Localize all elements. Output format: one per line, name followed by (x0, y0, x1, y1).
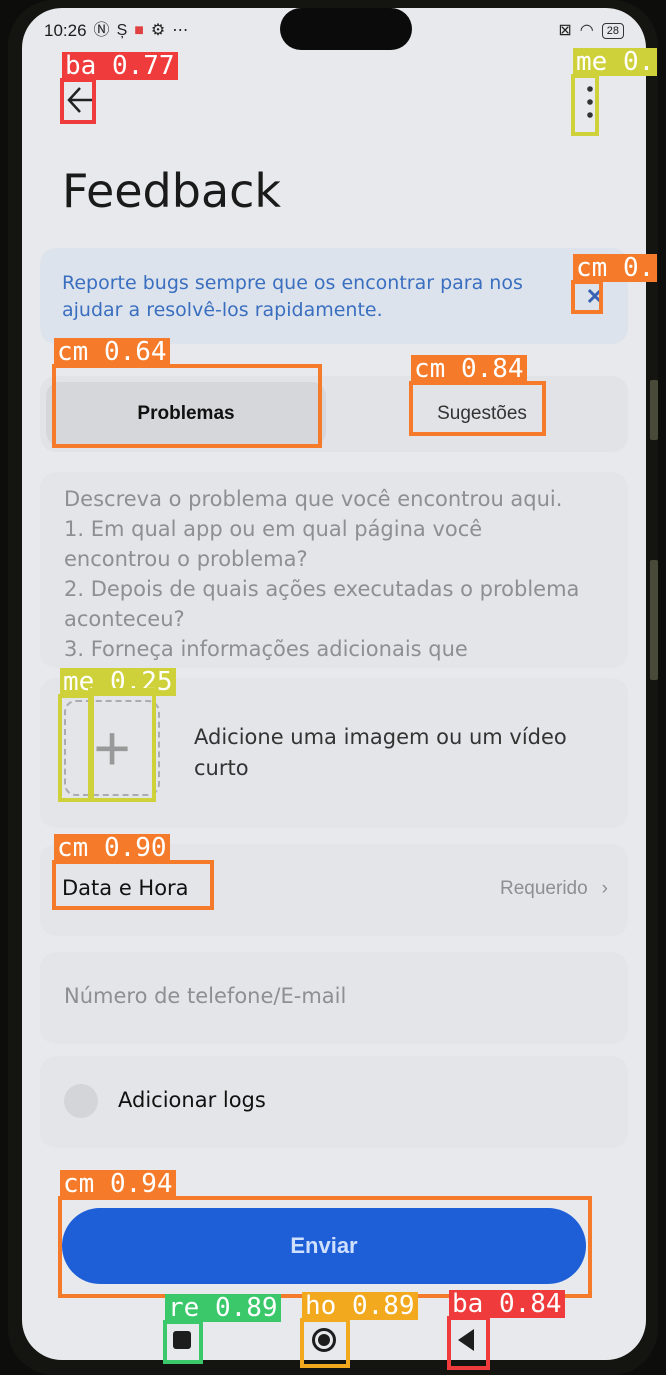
detection-box: cm 0.64 (52, 338, 322, 448)
media-label: Adicione uma imagem ou um vídeo curto (194, 725, 567, 780)
contact-placeholder: Número de telefone/E-mail (64, 984, 347, 1008)
detection-label: ho 0.89 (302, 1292, 418, 1320)
detection-label: cm 0.90 (54, 834, 170, 862)
notification-icon: ■ (134, 22, 144, 39)
detection-box: ba 0.77 (60, 52, 178, 124)
description-input[interactable]: Descreva o problema que você encontrou a… (40, 472, 628, 668)
logs-checkbox[interactable] (64, 1084, 98, 1118)
detection-label: ba 0.77 (62, 52, 178, 80)
battery-icon: 28 (601, 23, 624, 39)
detection-box: me 0. (571, 48, 658, 136)
datetime-value: Requerido (500, 878, 588, 899)
detection-label: cm 0. (573, 254, 658, 282)
sim-icon: Ș (116, 22, 128, 39)
detection-box: ho 0.89 (300, 1292, 418, 1368)
status-time: 10:26 (44, 21, 87, 40)
detection-box: cm 0. (571, 254, 658, 314)
detection-box: ba 0.84 (447, 1290, 565, 1370)
detection-label: ba 0.84 (449, 1290, 565, 1318)
detection-label: cm 0.84 (411, 355, 527, 383)
more-dots-icon: ⋯ (172, 22, 189, 39)
description-placeholder: Descreva o problema que você encontrou a… (64, 487, 580, 661)
detection-label: cm 0.94 (60, 1170, 176, 1198)
side-button (650, 560, 658, 680)
detection-box: cm 0.90 (52, 834, 214, 910)
info-banner: Reporte bugs sempre que os encontrar par… (40, 248, 628, 344)
logs-label: Adicionar logs (118, 1088, 266, 1112)
status-bar: 10:26 Ⓝ Ș ■ ⚙ ⋯ ⊠ ◠ 28 (44, 20, 624, 44)
detection-box: re 0.89 (163, 1294, 281, 1364)
detection-box (88, 688, 156, 802)
side-button (650, 380, 658, 440)
contact-field[interactable]: Número de telefone/E-mail (40, 952, 628, 1044)
chevron-right-icon: › (601, 878, 608, 899)
detection-label: re 0.89 (165, 1294, 281, 1322)
banner-text: Reporte bugs sempre que os encontrar par… (62, 272, 523, 321)
sim-off-icon: ⊠ (558, 22, 572, 39)
detection-label: me 0. (573, 48, 658, 76)
detection-box: cm 0.94 (58, 1170, 592, 1298)
detection-label: cm 0.64 (54, 338, 170, 366)
detection-box: cm 0.84 (409, 355, 546, 436)
page-title: Feedback (62, 164, 282, 218)
wifi-icon: ◠ (579, 22, 594, 39)
logs-row: Adicionar logs (40, 1056, 628, 1148)
nfc-icon: Ⓝ (93, 22, 110, 39)
settings-icon: ⚙ (150, 22, 166, 39)
